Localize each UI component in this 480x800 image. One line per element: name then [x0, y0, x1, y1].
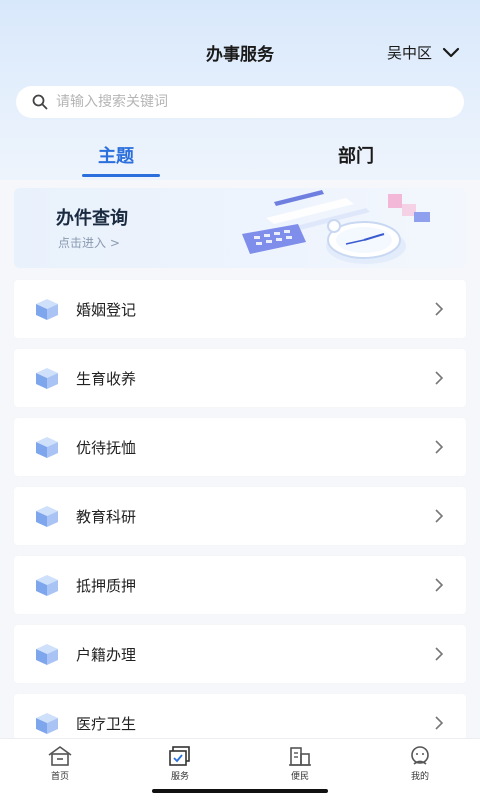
nav-label: 便民: [290, 772, 309, 782]
cube-icon: [36, 575, 58, 596]
list-item-label: 优待抚恤: [76, 438, 137, 457]
tab-department[interactable]: 部门: [338, 142, 374, 168]
chevron-right-icon: [435, 440, 444, 454]
stopwatch-illustration-icon: [242, 190, 430, 264]
cube-icon: [36, 368, 58, 389]
list-item-label: 生育收养: [76, 369, 137, 388]
list-item-marriage[interactable]: 婚姻登记: [14, 280, 466, 338]
cube-icon: [36, 644, 58, 665]
chevron-right-icon: [435, 302, 444, 316]
query-banner[interactable]: 办件查询 点击进入 >: [14, 188, 466, 268]
list-item-label: 教育科研: [76, 507, 137, 526]
banner-subtitle: 点击进入 >: [58, 236, 120, 250]
service-icon: [169, 746, 190, 766]
list-item-mortgage[interactable]: 抵押质押: [14, 556, 466, 614]
list-item-label: 户籍办理: [76, 645, 137, 664]
nav-profile[interactable]: 我的: [360, 739, 480, 800]
region-label: 吴中区: [386, 44, 432, 62]
profile-icon: [411, 746, 429, 765]
chevron-right-icon: [435, 578, 444, 592]
list-item-adoption[interactable]: 生育收养: [14, 349, 466, 407]
chevron-right-icon: [435, 371, 444, 385]
search-input[interactable]: [56, 94, 464, 110]
chevron-right-icon: [435, 509, 444, 523]
list-item-household[interactable]: 户籍办理: [14, 625, 466, 683]
list-item-label: 医疗卫生: [76, 714, 137, 733]
active-tab-indicator: [82, 174, 160, 177]
search-icon: [32, 94, 48, 110]
nav-label: 我的: [410, 772, 429, 782]
building-icon: [289, 747, 311, 766]
nav-label: 首页: [50, 772, 69, 782]
search-bar[interactable]: [16, 86, 464, 118]
tab-topic[interactable]: 主题: [98, 142, 134, 168]
tab-bar: 主题 部门: [0, 136, 480, 180]
nav-home[interactable]: 首页: [0, 739, 120, 800]
header: 办事服务 吴中区: [0, 30, 480, 74]
cube-icon: [36, 713, 58, 734]
topic-list: 婚姻登记 生育收养 优待抚恤 教育科研 抵押质押 户籍办理 医疗卫生: [14, 280, 466, 763]
cube-icon: [36, 299, 58, 320]
list-item-pension[interactable]: 优待抚恤: [14, 418, 466, 476]
nav-label: 服务: [170, 772, 189, 782]
home-icon: [48, 746, 72, 766]
list-item-label: 抵押质押: [76, 576, 137, 595]
home-indicator[interactable]: [152, 789, 328, 793]
cube-icon: [36, 437, 58, 458]
chevron-right-icon: [435, 647, 444, 661]
banner-title: 办件查询: [56, 208, 128, 229]
list-item-label: 婚姻登记: [76, 300, 137, 319]
region-selector[interactable]: 吴中区: [387, 42, 460, 63]
chevron-right-icon: [435, 716, 444, 730]
chevron-down-icon: [442, 47, 460, 57]
list-item-education[interactable]: 教育科研: [14, 487, 466, 545]
cube-icon: [36, 506, 58, 527]
